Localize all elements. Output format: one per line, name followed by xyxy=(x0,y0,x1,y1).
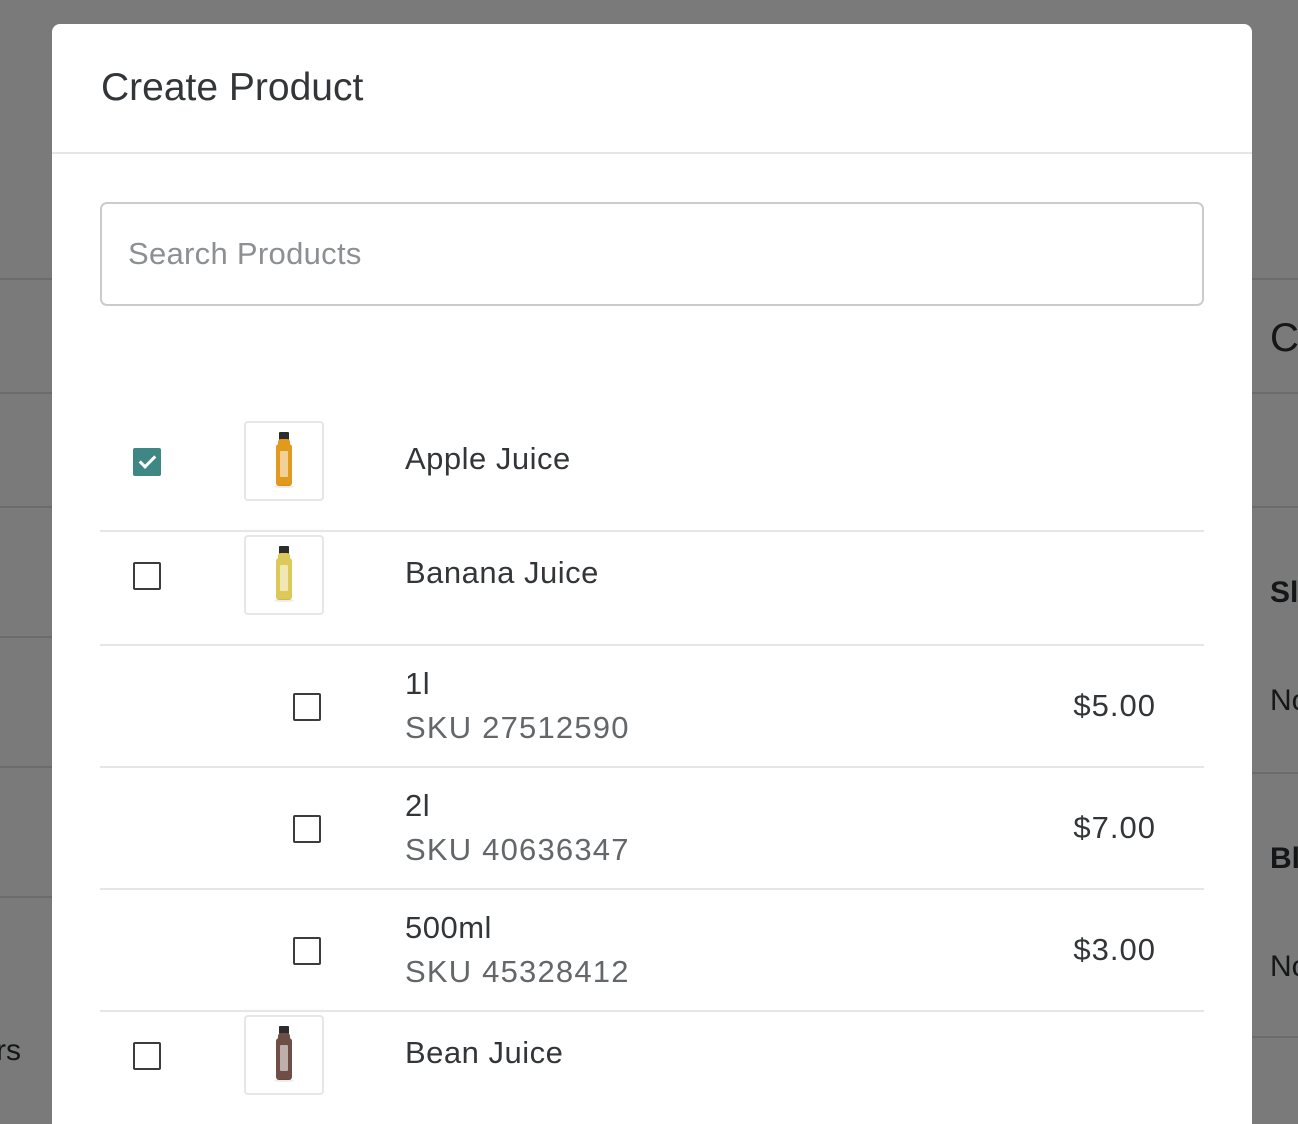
product-checkbox[interactable] xyxy=(133,562,161,590)
variant-price: $7.00 xyxy=(1073,810,1156,845)
variant-name: 500ml xyxy=(405,910,492,945)
variant-checkbox[interactable] xyxy=(293,693,321,721)
checkmark-icon xyxy=(138,451,157,469)
product-checkbox[interactable] xyxy=(133,448,161,476)
search-products-input[interactable] xyxy=(128,236,1202,272)
product-thumbnail xyxy=(244,1015,324,1095)
variant-price: $3.00 xyxy=(1073,932,1156,967)
product-row-bean-juice[interactable]: Bean Juice xyxy=(100,1012,1204,1124)
juice-bottle-icon xyxy=(274,432,294,488)
variant-sku: SKU 27512590 xyxy=(405,710,630,745)
variant-name: 2l xyxy=(405,788,431,823)
product-name: Bean Juice xyxy=(405,1035,564,1070)
product-name: Apple Juice xyxy=(405,441,571,476)
variant-row[interactable]: 500ml SKU 45328412 $3.00 xyxy=(100,890,1204,1012)
juice-bottle-icon xyxy=(274,546,294,602)
variant-sku: SKU 45328412 xyxy=(405,954,630,989)
variant-name: 1l xyxy=(405,666,431,701)
create-product-modal: Create Product Search Products Apple Jui… xyxy=(52,24,1252,1124)
variant-row[interactable]: 2l SKU 40636347 $7.00 xyxy=(100,768,1204,890)
variant-row[interactable]: 1l SKU 27512590 $5.00 xyxy=(100,646,1204,768)
product-thumbnail xyxy=(244,535,324,615)
product-name: Banana Juice xyxy=(405,555,599,590)
product-list: Apple Juice Banana Juice 1l SKU 27512590… xyxy=(100,418,1204,1124)
variant-price: $5.00 xyxy=(1073,688,1156,723)
product-checkbox[interactable] xyxy=(133,1042,161,1070)
modal-title: Create Product xyxy=(101,66,364,109)
search-box[interactable] xyxy=(100,202,1204,306)
variant-checkbox[interactable] xyxy=(293,937,321,965)
variant-sku: SKU 40636347 xyxy=(405,832,630,867)
product-row-banana-juice[interactable]: Banana Juice xyxy=(100,532,1204,646)
modal-header: Create Product xyxy=(52,24,1252,154)
variant-checkbox[interactable] xyxy=(293,815,321,843)
juice-bottle-icon xyxy=(274,1026,294,1082)
product-thumbnail xyxy=(244,421,324,501)
modal-body: Apple Juice Banana Juice xyxy=(52,154,1252,1124)
product-row-apple-juice[interactable]: Apple Juice xyxy=(100,418,1204,532)
